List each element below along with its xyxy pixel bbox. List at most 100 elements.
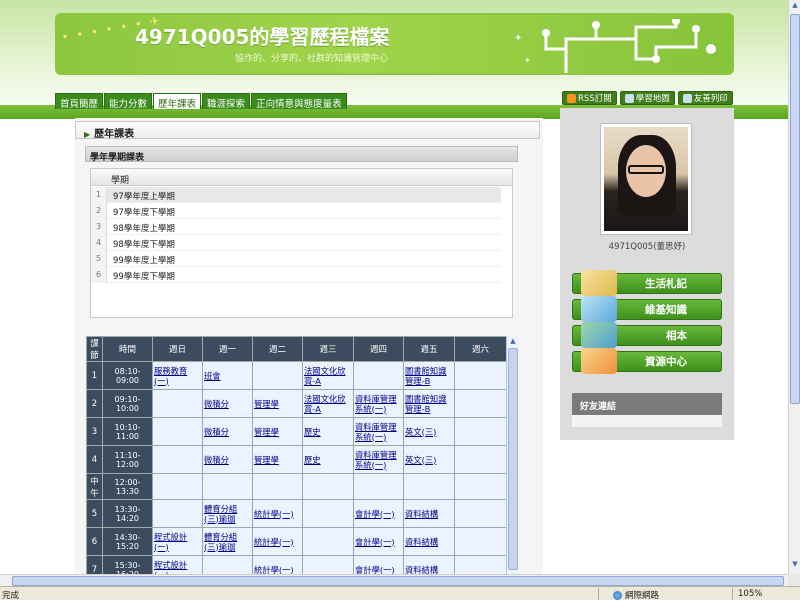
course-link[interactable]: 會計學(一) xyxy=(353,527,404,556)
course-link[interactable]: 資料庫管理系統(一) xyxy=(353,389,404,418)
course-link[interactable]: 統計學(一) xyxy=(252,499,303,528)
period-cell: 3 xyxy=(86,417,103,446)
course-link[interactable]: 程式設計(一) xyxy=(152,527,203,556)
scroll-down-arrow-icon[interactable]: ▼ xyxy=(790,560,800,572)
learning-map-button[interactable]: 學習地圖 xyxy=(619,91,675,105)
row-number: 5 xyxy=(91,251,107,267)
course-link[interactable]: 英文(三) xyxy=(403,417,455,446)
empty-slot xyxy=(152,499,203,528)
course-link[interactable]: 統計學(一) xyxy=(252,555,303,574)
semester-label: 98學年度上學期 xyxy=(113,224,175,234)
empty-slot xyxy=(454,417,507,446)
semester-column-header: 學期 xyxy=(111,176,130,186)
course-link[interactable]: 法國文化欣賞-A xyxy=(302,389,354,418)
wiki-button[interactable]: 維基知識 xyxy=(572,296,722,322)
semester-label: 97學年度上學期 xyxy=(113,192,175,202)
course-link[interactable]: 圖書館知識管理-B xyxy=(403,389,455,418)
time-cell: 15:30-16:20 xyxy=(102,555,153,574)
course-link[interactable]: 英文(三) xyxy=(403,445,455,474)
album-button[interactable]: 相本 xyxy=(572,322,722,348)
page-scroll-thumb[interactable] xyxy=(790,14,800,404)
time-cell: 12:00-13:30 xyxy=(102,473,153,500)
resource-center-button[interactable]: 資源中心 xyxy=(572,348,722,374)
tab-attitude-scale[interactable]: 正向情意與態度量表 xyxy=(251,93,347,110)
journal-button[interactable]: 生活札記 xyxy=(572,270,722,296)
timetable-scroll-thumb[interactable] xyxy=(508,348,518,570)
timetable-row: 4 11:10-12:00 微積分 管理學 歷史 資料庫管理系統(一) 英文(三) xyxy=(86,445,507,474)
course-link[interactable]: 管理學 xyxy=(252,389,303,418)
header-tue: 週二 xyxy=(252,336,303,362)
status-divider xyxy=(732,588,733,600)
header-sat: 週六 xyxy=(454,336,507,362)
course-link[interactable]: 體育分組(三)瑜珈 xyxy=(202,527,253,556)
course-link[interactable]: 班會 xyxy=(202,361,253,390)
course-link[interactable]: 資料庫管理系統(一) xyxy=(353,417,404,446)
course-link[interactable]: 會計學(一) xyxy=(353,499,404,528)
course-link[interactable]: 管理學 xyxy=(252,417,303,446)
course-link[interactable]: 會計學(一) xyxy=(353,555,404,574)
semester-label: 99學年度下學期 xyxy=(113,272,175,282)
profile-name: 4971Q005(董思妤) xyxy=(608,242,686,252)
time-cell: 13:30-14:20 xyxy=(102,499,153,528)
course-link[interactable]: 體育分組(三)瑜珈 xyxy=(202,499,253,528)
empty-slot xyxy=(454,555,507,574)
browser-viewport: • • • • • • ✈ 4971Q005的學習歷程檔案 協作的、分享的、社群… xyxy=(0,0,788,574)
course-link[interactable]: 歷史 xyxy=(302,417,354,446)
course-link[interactable]: 微積分 xyxy=(202,445,253,474)
course-link[interactable]: 法國文化欣賞-A xyxy=(302,361,354,390)
course-link[interactable]: 微積分 xyxy=(202,417,253,446)
timetable-scrollbar[interactable]: ▲ xyxy=(506,336,518,574)
page-hscroll-thumb[interactable] xyxy=(12,576,784,586)
section-header: ▶ 歷年課表 xyxy=(75,121,540,140)
semester-grid: 學期 1 97學年度上學期 2 97學年度下學期 3 98學年度上學期 4 98學年度下… xyxy=(90,168,513,318)
zoom-level[interactable]: 105% xyxy=(738,589,762,599)
notebook-icon xyxy=(581,270,617,296)
tab-profile[interactable]: 首頁簡歷 xyxy=(55,93,104,110)
semester-row[interactable]: 6 99學年度下學期 xyxy=(91,267,501,283)
empty-slot xyxy=(454,527,507,556)
semester-row[interactable]: 2 97學年度下學期 xyxy=(91,203,501,219)
status-divider xyxy=(598,588,599,600)
tab-career-exploration[interactable]: 職涯探索 xyxy=(202,93,251,110)
album-label: 相本 xyxy=(666,330,687,342)
resource-center-label: 資源中心 xyxy=(645,356,687,368)
globe-icon xyxy=(613,590,622,600)
page-vertical-scrollbar[interactable]: ▲ ▼ xyxy=(788,0,800,574)
tab-course-history[interactable]: 歷年課表 xyxy=(153,93,202,110)
period-cell: 7 xyxy=(86,555,103,574)
page-horizontal-scrollbar[interactable] xyxy=(0,574,788,586)
circuit-tree-decoration: ✦ ✦ xyxy=(514,19,716,73)
header-sun: 週日 xyxy=(152,336,203,362)
period-cell: 5 xyxy=(86,499,103,528)
semester-grid-header: 學期 xyxy=(91,169,512,186)
semester-row[interactable]: 4 98學年度下學期 xyxy=(91,235,501,251)
rss-button[interactable]: RSS訂閱 xyxy=(562,91,617,105)
course-link[interactable]: 歷史 xyxy=(302,445,354,474)
course-link[interactable]: 資料結構 xyxy=(403,555,455,574)
friends-links-body xyxy=(572,415,722,427)
course-link[interactable]: 資料結構 xyxy=(403,527,455,556)
resource-folder-icon xyxy=(581,348,617,374)
photo-album-icon xyxy=(581,322,617,348)
period-cell: 1 xyxy=(86,361,103,390)
empty-slot xyxy=(202,555,253,574)
semester-row[interactable]: 1 97學年度上學期 xyxy=(91,187,501,203)
course-link[interactable]: 圖書館知識管理-B xyxy=(403,361,455,390)
empty-slot xyxy=(454,361,507,390)
tab-ability-scores[interactable]: 能力分數 xyxy=(104,93,153,110)
semester-row[interactable]: 3 98學年度上學期 xyxy=(91,219,501,235)
course-link[interactable]: 微積分 xyxy=(202,389,253,418)
time-cell: 09:10-10:00 xyxy=(102,389,153,418)
course-link[interactable]: 資料結構 xyxy=(403,499,455,528)
rss-icon xyxy=(567,93,576,103)
print-button[interactable]: 友善列印 xyxy=(677,91,733,105)
course-link[interactable]: 管理學 xyxy=(252,445,303,474)
scroll-up-arrow-icon[interactable]: ▲ xyxy=(790,1,800,13)
course-link[interactable]: 程式設計(一) xyxy=(152,555,203,574)
course-link[interactable]: 服務教育(一) xyxy=(152,361,203,390)
course-link[interactable]: 統計學(一) xyxy=(252,527,303,556)
semester-row[interactable]: 5 99學年度上學期 xyxy=(91,251,501,267)
scroll-up-icon[interactable]: ▲ xyxy=(508,337,518,347)
wiki-label: 維基知識 xyxy=(645,304,687,316)
course-link[interactable]: 資料庫管理系統(一) xyxy=(353,445,404,474)
